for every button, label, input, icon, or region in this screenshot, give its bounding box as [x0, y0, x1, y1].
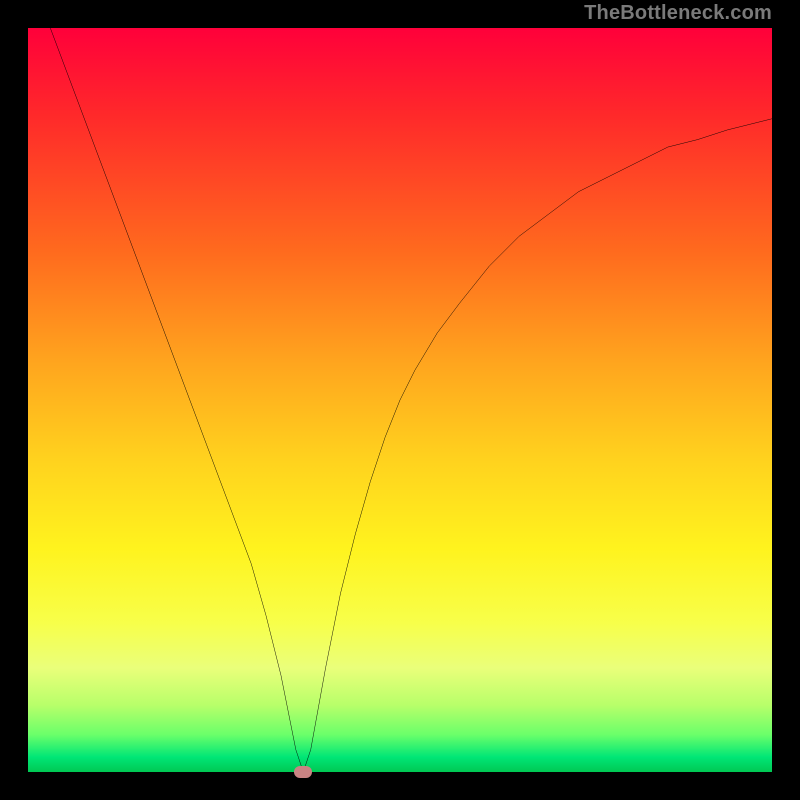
plot-area: [28, 28, 772, 772]
optimal-point-marker: [294, 766, 312, 778]
curve-svg: [28, 28, 772, 772]
watermark-text: TheBottleneck.com: [584, 2, 772, 25]
bottleneck-curve: [28, 28, 772, 772]
chart-container: TheBottleneck.com: [0, 0, 800, 800]
